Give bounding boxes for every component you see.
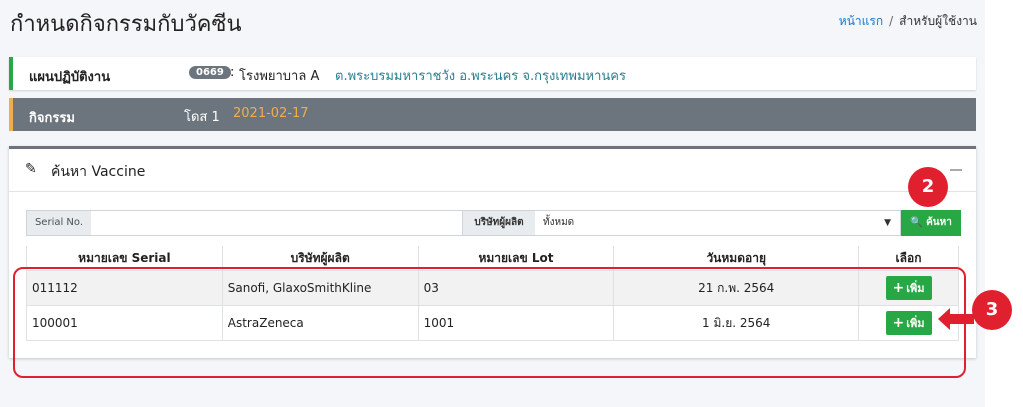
activity-date: 2021-02-17 <box>233 106 309 121</box>
search-button[interactable]: 🔍 ค้นหา <box>901 210 961 236</box>
step-badge-search: 2 <box>908 167 948 207</box>
company-select[interactable]: ทั้งหมด ▼ <box>535 210 901 236</box>
serial-no-input[interactable] <box>91 210 463 236</box>
card-title: ค้นหา Vaccine <box>51 164 146 180</box>
activity-dose: โดส 1 <box>184 110 220 125</box>
search-button-label: ค้นหา <box>926 217 952 228</box>
search-icon: 🔍 <box>910 217 923 228</box>
syringe-icon: ✎ <box>25 161 37 177</box>
plan-hospital: โรงพยาบาล A <box>239 69 320 84</box>
breadcrumb-home-link[interactable]: หน้าแรก <box>839 14 883 28</box>
collapse-icon[interactable] <box>950 169 962 171</box>
breadcrumb-current: สำหรับผู้ใช้งาน <box>899 14 977 28</box>
chevron-down-icon: ▼ <box>884 218 891 228</box>
company-label: บริษัทผู้ผลิต <box>462 210 536 236</box>
plan-info-bar: แผนปฏิบัติงาน 0669 : โรงพยาบาล A ต.พระบร… <box>9 57 976 90</box>
step-badge-add: 3 <box>972 290 1012 330</box>
activity-label: กิจกรรม <box>29 111 75 126</box>
breadcrumb-separator: / <box>889 14 894 28</box>
plan-colon: : <box>230 65 235 80</box>
highlight-box-results <box>13 267 966 378</box>
activity-info-bar: กิจกรรม โดส 1 2021-02-17 <box>9 98 976 131</box>
plan-address: ต.พระบรมมหาราชวัง อ.พระนคร จ.กรุงเทพมหาน… <box>335 69 626 84</box>
breadcrumb: หน้าแรก / สำหรับผู้ใช้งาน <box>839 12 977 31</box>
company-selected-value: ทั้งหมด <box>543 217 575 228</box>
plan-label: แผนปฏิบัติงาน <box>29 70 111 85</box>
plan-code-badge: 0669 <box>189 66 231 79</box>
page-title: กำหนดกิจกรรมกับวัคซีน <box>10 12 242 37</box>
serial-no-label: Serial No. <box>26 210 92 236</box>
arrow-left-icon <box>938 308 974 330</box>
card-header: ✎ ค้นหา Vaccine <box>9 149 976 192</box>
